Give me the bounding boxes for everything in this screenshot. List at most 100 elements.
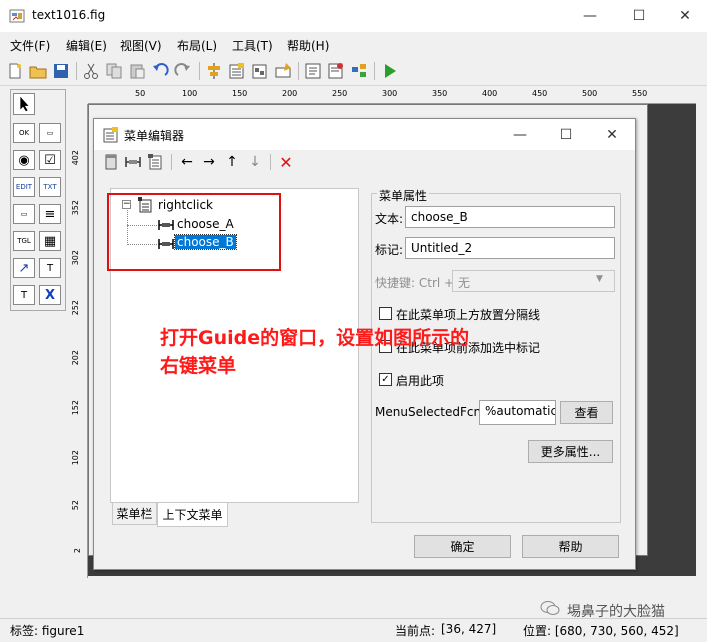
- maximize-icon[interactable]: ☐: [616, 0, 662, 32]
- ruler-tick: 450: [532, 89, 548, 98]
- group-title: 菜单属性: [377, 187, 430, 204]
- ruler-tick: 150: [232, 89, 248, 98]
- menu-layout[interactable]: 布局(L): [177, 37, 217, 54]
- ruler-tick: 252: [71, 300, 80, 316]
- tab-context-menu[interactable]: 上下文菜单: [157, 503, 228, 527]
- separator-checkbox[interactable]: [379, 307, 392, 320]
- fig-file-icon: [9, 9, 25, 23]
- accelerator-label: 快捷键: Ctrl +: [375, 276, 455, 290]
- ruler-tick: 302: [71, 250, 80, 266]
- delete-icon[interactable]: ✕: [277, 153, 295, 172]
- axes-icon[interactable]: ↗: [13, 258, 35, 278]
- menu-tools[interactable]: 工具(T): [232, 37, 273, 54]
- tab-menubar[interactable]: 菜单栏: [112, 503, 157, 525]
- toggle-button-icon[interactable]: TGL: [13, 231, 35, 251]
- new-icon[interactable]: [6, 62, 24, 80]
- accelerator-select[interactable]: 无: [452, 270, 615, 292]
- property-inspector-icon[interactable]: [327, 62, 345, 80]
- dialog-close-icon[interactable]: ✕: [589, 119, 635, 150]
- paste-icon[interactable]: [128, 62, 146, 80]
- activex-icon[interactable]: X: [39, 285, 61, 305]
- new-context-menu-icon[interactable]: [146, 153, 164, 171]
- wechat-icon: [540, 601, 560, 615]
- dialog-minimize-icon[interactable]: —: [497, 119, 543, 150]
- move-left-icon[interactable]: ←: [178, 153, 196, 171]
- slider-icon[interactable]: ▭: [39, 123, 61, 143]
- move-right-icon[interactable]: →: [200, 153, 218, 171]
- text-field[interactable]: choose_B: [405, 206, 615, 228]
- help-button[interactable]: 帮助: [522, 535, 619, 558]
- static-text-icon[interactable]: TXT: [39, 177, 61, 197]
- annotation-line-1: 打开Guide的窗口，设置如图所示的: [160, 327, 470, 349]
- callback-label: MenuSelectedFcn:: [375, 405, 486, 419]
- button-group-icon[interactable]: T: [13, 285, 35, 305]
- ruler-tick: 250: [332, 89, 348, 98]
- annotation-highlight-box: [107, 193, 281, 271]
- dialog-title: 菜单编辑器: [124, 129, 185, 143]
- chevron-down-icon: ▼: [596, 274, 603, 284]
- status-current-point-value: [36, 427]: [441, 622, 497, 636]
- status-position: 位置: [680, 730, 560, 452]: [523, 624, 679, 638]
- ruler-tick: 300: [382, 89, 398, 98]
- menu-editor-icon[interactable]: [228, 62, 246, 80]
- ruler-tick: 102: [71, 450, 80, 466]
- edit-text-icon[interactable]: EDIT: [13, 177, 35, 197]
- menu-view[interactable]: 视图(V): [120, 37, 162, 54]
- mfile-editor-icon[interactable]: [304, 62, 322, 80]
- move-up-icon[interactable]: ↑: [223, 153, 241, 171]
- ok-button[interactable]: 确定: [414, 535, 511, 558]
- separator-label: 在此菜单项上方放置分隔线: [396, 308, 541, 322]
- menu-editor-icon: [103, 127, 118, 143]
- align-icon[interactable]: [205, 62, 223, 80]
- cut-icon[interactable]: [82, 62, 100, 80]
- menu-file[interactable]: 文件(F): [10, 37, 50, 54]
- open-icon[interactable]: [29, 62, 47, 80]
- run-icon[interactable]: [381, 62, 399, 80]
- minimize-icon[interactable]: —: [567, 0, 613, 32]
- dialog-maximize-icon[interactable]: ☐: [543, 119, 589, 150]
- annotation-line-2: 右键菜单: [160, 355, 237, 377]
- popup-menu-icon[interactable]: ▭: [13, 204, 35, 224]
- save-icon[interactable]: [52, 62, 70, 80]
- window-title: text1016.fig: [32, 8, 106, 22]
- tag-label: 标记:: [375, 243, 404, 257]
- close-icon[interactable]: ✕: [662, 0, 707, 32]
- tag-field[interactable]: Untitled_2: [405, 237, 615, 259]
- move-down-icon[interactable]: ↓: [246, 153, 264, 171]
- toolbar-editor-icon[interactable]: [274, 62, 292, 80]
- ruler-tick: 52: [71, 500, 80, 511]
- view-button[interactable]: 查看: [560, 401, 613, 424]
- ruler-tick: 350: [432, 89, 448, 98]
- ruler-tick: 500: [582, 89, 598, 98]
- ruler-tick: 152: [71, 400, 80, 416]
- select-tool-icon[interactable]: [13, 93, 35, 115]
- ruler-tick: 202: [71, 350, 80, 366]
- ruler-tick: 50: [135, 89, 146, 98]
- checkbox-icon[interactable]: ☑: [39, 150, 61, 170]
- new-menu-item-icon[interactable]: [124, 153, 142, 171]
- tab-order-icon[interactable]: [251, 62, 269, 80]
- ruler-tick: 100: [182, 89, 198, 98]
- ruler-tick: 2: [73, 548, 82, 554]
- menu-edit[interactable]: 编辑(E): [66, 37, 107, 54]
- menu-help[interactable]: 帮助(H): [287, 37, 329, 54]
- text-label: 文本:: [375, 212, 404, 226]
- ruler-tick: 402: [71, 150, 80, 166]
- undo-icon[interactable]: [151, 62, 169, 80]
- object-browser-icon[interactable]: [350, 62, 368, 80]
- radio-button-icon[interactable]: ◉: [13, 150, 35, 170]
- listbox-icon[interactable]: ≡: [39, 204, 61, 224]
- status-tag: 标签: figure1: [10, 624, 85, 638]
- new-menu-icon[interactable]: [102, 153, 120, 171]
- enable-label: 启用此项: [396, 374, 445, 388]
- copy-icon[interactable]: [105, 62, 123, 80]
- panel-icon[interactable]: T: [39, 258, 61, 278]
- enable-checkbox[interactable]: ✓: [379, 373, 392, 386]
- more-properties-button[interactable]: 更多属性...: [528, 440, 613, 463]
- ruler-tick: 550: [632, 89, 648, 98]
- callback-field[interactable]: %automatic: [479, 400, 556, 425]
- redo-icon[interactable]: [174, 62, 192, 80]
- status-current-point-label: 当前点:: [395, 624, 436, 638]
- table-icon[interactable]: ▦: [39, 231, 61, 251]
- push-button-icon[interactable]: OK: [13, 123, 35, 143]
